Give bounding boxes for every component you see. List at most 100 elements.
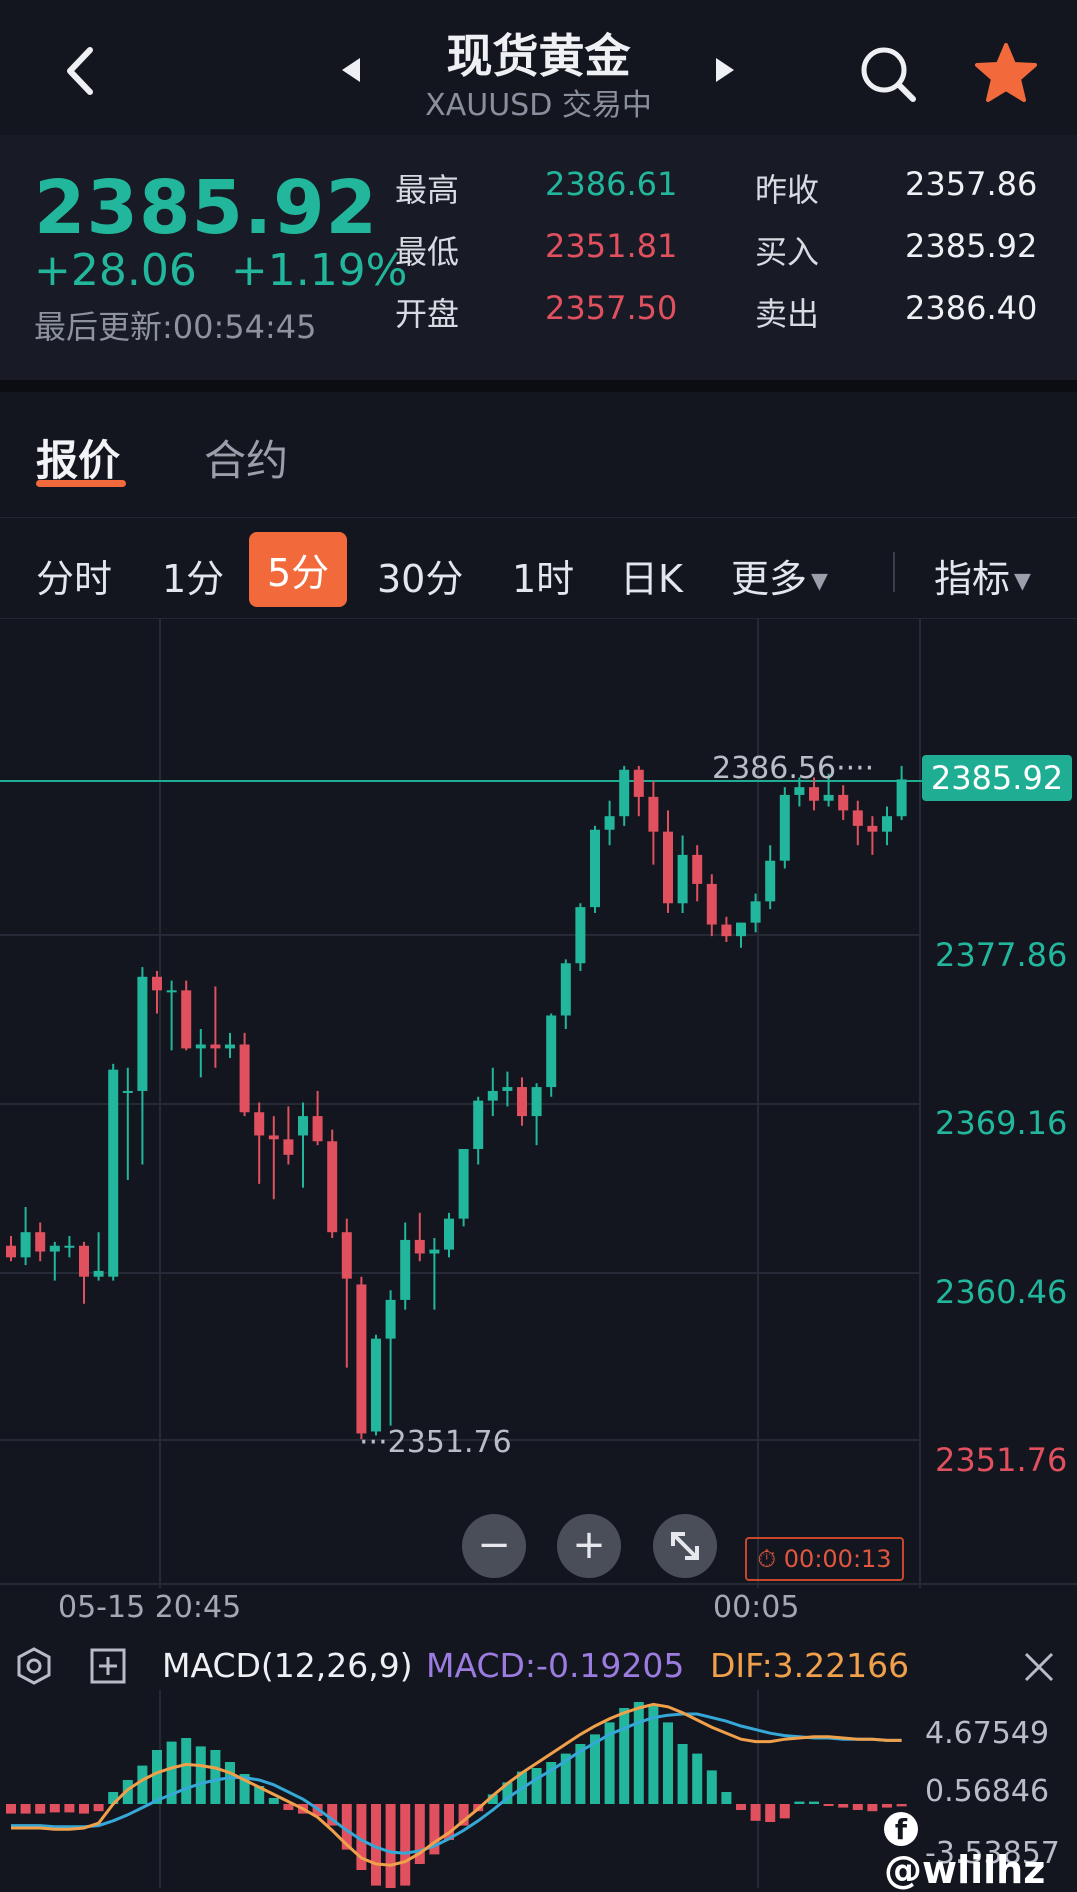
macd-histogram-bar — [385, 1804, 396, 1888]
candle-body — [852, 810, 863, 826]
zoom-out-button[interactable]: − — [462, 1514, 526, 1578]
indicator-menu[interactable]: 指标 ▼ — [934, 548, 1031, 603]
candle-body — [575, 907, 586, 964]
macd-histogram-bar — [6, 1804, 16, 1814]
last-price: 2385.92 — [34, 165, 379, 251]
clock-icon: ⏱ — [757, 1545, 777, 1573]
candle-body — [663, 831, 673, 904]
add-indicator-icon[interactable] — [88, 1646, 128, 1686]
period-intraday[interactable]: 分时 — [36, 548, 112, 603]
section-divider — [0, 380, 1077, 392]
more-caret-icon: ▼ — [811, 569, 828, 594]
macd-histogram-bar — [152, 1750, 162, 1804]
candle-body — [823, 794, 834, 801]
stat-label-open: 开盘 — [395, 295, 460, 333]
macd-histogram-bar — [268, 1798, 279, 1804]
fullscreen-button[interactable] — [653, 1514, 717, 1578]
macd-histogram-bar — [49, 1804, 60, 1813]
period-day[interactable]: 日K — [620, 548, 683, 603]
period-more[interactable]: 更多 ▼ — [731, 548, 828, 603]
stat-value-open: 2357.50 — [545, 289, 678, 327]
macd-title: MACD(12,26,9) — [162, 1646, 413, 1685]
candle-body — [560, 963, 571, 1016]
macd-histogram-bar — [79, 1804, 89, 1814]
candle-body — [312, 1116, 323, 1142]
stat-label-ask: 卖出 — [755, 295, 820, 333]
candle-body — [210, 1044, 221, 1049]
favorite-star-icon[interactable] — [974, 42, 1038, 104]
period-1min[interactable]: 1分 — [162, 548, 224, 603]
candle-body — [20, 1232, 31, 1258]
y-axis-label: 2369.16 — [935, 1104, 1068, 1142]
macd-histogram-bar — [20, 1804, 31, 1814]
macd-histogram-bar — [750, 1804, 761, 1821]
zoom-in-button[interactable]: + — [557, 1514, 621, 1578]
candlestick-chart[interactable] — [0, 618, 1077, 1588]
candle-body — [6, 1245, 16, 1258]
macd-histogram-bar — [779, 1804, 790, 1819]
tab-quote[interactable]: 报价 — [36, 427, 120, 488]
candle-body — [867, 825, 878, 832]
macd-histogram-bar — [633, 1702, 644, 1804]
stat-value-bid: 2385.92 — [905, 227, 1038, 265]
macd-histogram-bar — [867, 1804, 878, 1812]
candle-body — [692, 854, 703, 884]
next-instrument-icon[interactable] — [716, 58, 734, 82]
change-percent: +1.19% — [230, 245, 408, 296]
current-price-tag: 2385.92 — [922, 755, 1072, 801]
candle-body — [268, 1135, 279, 1140]
candle-body — [371, 1338, 381, 1432]
macd-histogram-bar — [195, 1746, 206, 1804]
macd-y-label: 4.67549 — [925, 1716, 1050, 1751]
y-axis-label: 2377.86 — [935, 936, 1068, 974]
macd-histogram-bar — [400, 1804, 411, 1886]
macd-histogram-bar — [64, 1804, 75, 1813]
candle-body — [356, 1284, 367, 1434]
close-icon[interactable] — [1022, 1650, 1056, 1684]
candle-body — [721, 924, 732, 937]
change-value: +28.06 — [34, 245, 197, 296]
macd-histogram-bar — [677, 1744, 688, 1804]
y-axis-label: 2351.76 — [935, 1441, 1068, 1479]
candle-body — [254, 1112, 265, 1136]
candle-body — [444, 1218, 454, 1250]
indicator-menu-label: 指标 — [934, 557, 1011, 601]
macd-histogram-bar — [721, 1792, 732, 1804]
macd-histogram-bar — [736, 1804, 746, 1810]
stat-label-bid: 买入 — [755, 233, 820, 271]
candle-body — [298, 1116, 308, 1136]
tab-contract[interactable]: 合约 — [204, 427, 288, 488]
candle-body — [181, 990, 192, 1049]
tab-active-indicator — [36, 480, 126, 487]
candle-body — [517, 1087, 527, 1117]
macd-histogram-bar — [531, 1768, 542, 1804]
candle-body — [487, 1090, 498, 1101]
settings-hexagon-icon[interactable] — [14, 1646, 54, 1686]
candle-body — [765, 860, 776, 902]
search-icon[interactable] — [858, 44, 918, 104]
candle-body — [35, 1232, 46, 1252]
price-change: +28.06 +1.19% — [34, 245, 408, 296]
candle-body — [195, 1044, 206, 1049]
period-separator — [893, 552, 895, 592]
macd-histogram-bar — [838, 1804, 849, 1808]
macd-histogram-bar — [706, 1770, 717, 1804]
candle-body — [458, 1148, 469, 1219]
candle-body — [414, 1239, 425, 1254]
countdown-value: 00:00:13 — [783, 1545, 892, 1573]
candle-body — [341, 1232, 352, 1279]
candle-body — [93, 1270, 104, 1277]
candle-body — [49, 1245, 60, 1252]
candle-body — [327, 1141, 338, 1233]
stat-value-prev-close: 2357.86 — [905, 165, 1038, 203]
period-1hour[interactable]: 1时 — [512, 548, 574, 603]
high-price-marker: 2386.56···· — [712, 751, 875, 786]
macd-histogram-bar — [648, 1705, 659, 1804]
macd-histogram-bar — [765, 1804, 776, 1822]
period-5min[interactable]: 5分 — [249, 532, 348, 607]
stat-label-high: 最高 — [395, 171, 460, 209]
macd-value: MACD:-0.19205 — [426, 1646, 685, 1685]
period-30min[interactable]: 30分 — [377, 548, 463, 603]
indicator-caret-icon: ▼ — [1014, 569, 1031, 594]
period-more-label: 更多 — [731, 557, 808, 601]
